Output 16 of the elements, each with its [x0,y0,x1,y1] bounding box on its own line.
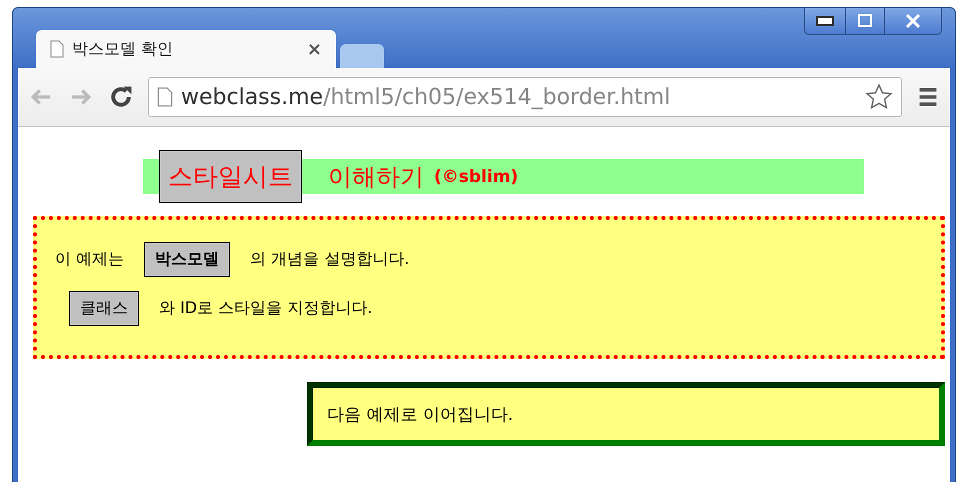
boxed-heading: 스타일시트 [159,150,302,203]
notice-text: 와 ID로 스타일을 지정합니다. [159,298,372,319]
close-icon [903,11,923,31]
star-icon[interactable] [865,83,893,111]
address-bar[interactable]: webclass.me/html5/ch05/ex514_border.html [148,77,902,117]
next-example-panel: 다음 예제로 이어집니다. [307,382,945,446]
highlighted-term: 클래스 [69,291,139,326]
browser-tab[interactable]: 박스모델 확인 × [36,30,336,68]
heading-text: 이해하기 [328,162,424,192]
notice-text: 의 개념을 설명합니다. [250,249,410,270]
page-icon [157,87,173,107]
tab-close-button[interactable]: × [306,38,322,60]
highlighted-term: 박스모델 [144,242,230,277]
notice-text: 이 예제는 [55,249,124,270]
credit-text: (©sblim) [434,166,518,186]
page-icon [50,40,64,58]
